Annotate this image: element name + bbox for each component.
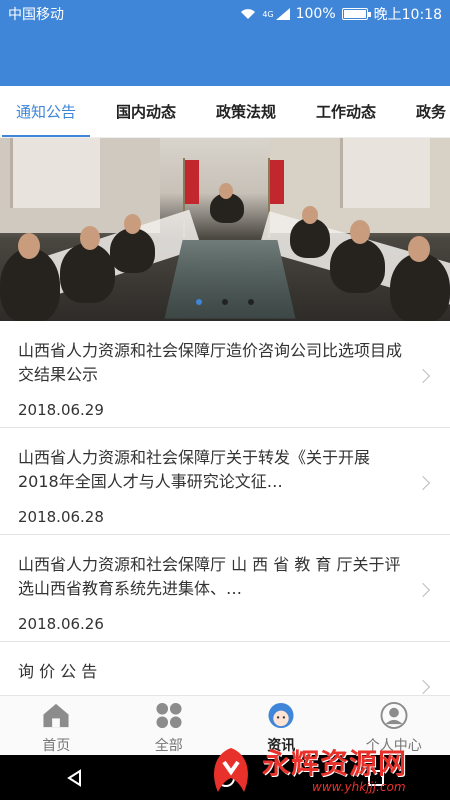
watermark-url: www.yhkjjj.com xyxy=(312,780,406,794)
watermark-title: 永辉资源网 xyxy=(262,747,408,780)
banner-carousel[interactable] xyxy=(0,138,450,321)
clock: 晚上10:18 xyxy=(373,7,442,23)
tab-policies[interactable]: 政策法规 xyxy=(216,86,276,137)
network-type: 4G xyxy=(262,9,274,19)
news-date: 2018.06.28 xyxy=(18,508,104,526)
news-date: 2018.06.29 xyxy=(18,401,104,419)
user-icon xyxy=(380,702,408,729)
home-icon xyxy=(43,703,69,728)
news-list: 山西省人力资源和社会保障厅造价咨询公司比选项目成交结果公示 2018.06.29… xyxy=(0,321,450,749)
chevron-right-icon xyxy=(415,582,431,598)
carousel-dot[interactable] xyxy=(222,299,228,305)
nav-home[interactable]: 首页 xyxy=(0,696,113,755)
tab-notices[interactable]: 通知公告 xyxy=(1,86,91,137)
carrier-name: 中国移动 xyxy=(8,7,64,23)
battery-percent: 100% xyxy=(295,6,336,22)
news-item[interactable]: 山西省人力资源和社会保障厅关于转发《关于开展2018年全国人才与人事研究论文征…… xyxy=(0,428,450,535)
carousel-indicators xyxy=(0,299,450,305)
flag-right xyxy=(270,160,284,204)
news-date: 2018.06.26 xyxy=(18,615,104,633)
tab-work-news[interactable]: 工作动态 xyxy=(316,86,376,137)
app-header xyxy=(0,28,450,86)
wifi-icon xyxy=(241,9,256,19)
news-title: 山西省人力资源和社会保障厅关于转发《关于开展2018年全国人才与人事研究论文征… xyxy=(18,448,371,491)
back-icon[interactable] xyxy=(66,768,84,787)
tab-domestic-news[interactable]: 国内动态 xyxy=(116,86,176,137)
battery-icon xyxy=(341,8,371,20)
conference-table xyxy=(164,240,296,319)
signal-icon xyxy=(275,8,290,20)
chevron-right-icon xyxy=(415,475,431,491)
chevron-right-icon xyxy=(415,679,431,695)
news-item[interactable]: 山西省人力资源和社会保障厅造价咨询公司比选项目成交结果公示 2018.06.29 xyxy=(0,321,450,428)
flag-left xyxy=(185,160,199,204)
tab-government[interactable]: 政务 xyxy=(416,86,446,137)
status-bar: 中国移动 4G 100% 晚上10:18 xyxy=(0,0,450,28)
grid-icon xyxy=(156,702,182,729)
news-face-icon xyxy=(268,702,294,729)
category-tabs: 通知公告 国内动态 政策法规 工作动态 政务 xyxy=(0,86,450,138)
news-item[interactable]: 山西省人力资源和社会保障厅 山 西 省 教 育 厅关于评选山西省教育系统先进集体… xyxy=(0,535,450,642)
carousel-dot[interactable] xyxy=(248,299,254,305)
news-title: 山西省人力资源和社会保障厅 山 西 省 教 育 厅关于评选山西省教育系统先进集体… xyxy=(18,555,401,598)
watermark: 永辉资源网 www.yhkjjj.com xyxy=(200,738,450,800)
nav-all-label: 全部 xyxy=(154,738,183,754)
nav-home-label: 首页 xyxy=(42,738,71,754)
chevron-right-icon xyxy=(415,368,431,384)
watermark-logo-icon xyxy=(214,748,248,792)
news-title: 山西省人力资源和社会保障厅造价咨询公司比选项目成交结果公示 xyxy=(18,341,402,384)
carousel-dot[interactable] xyxy=(196,299,202,305)
